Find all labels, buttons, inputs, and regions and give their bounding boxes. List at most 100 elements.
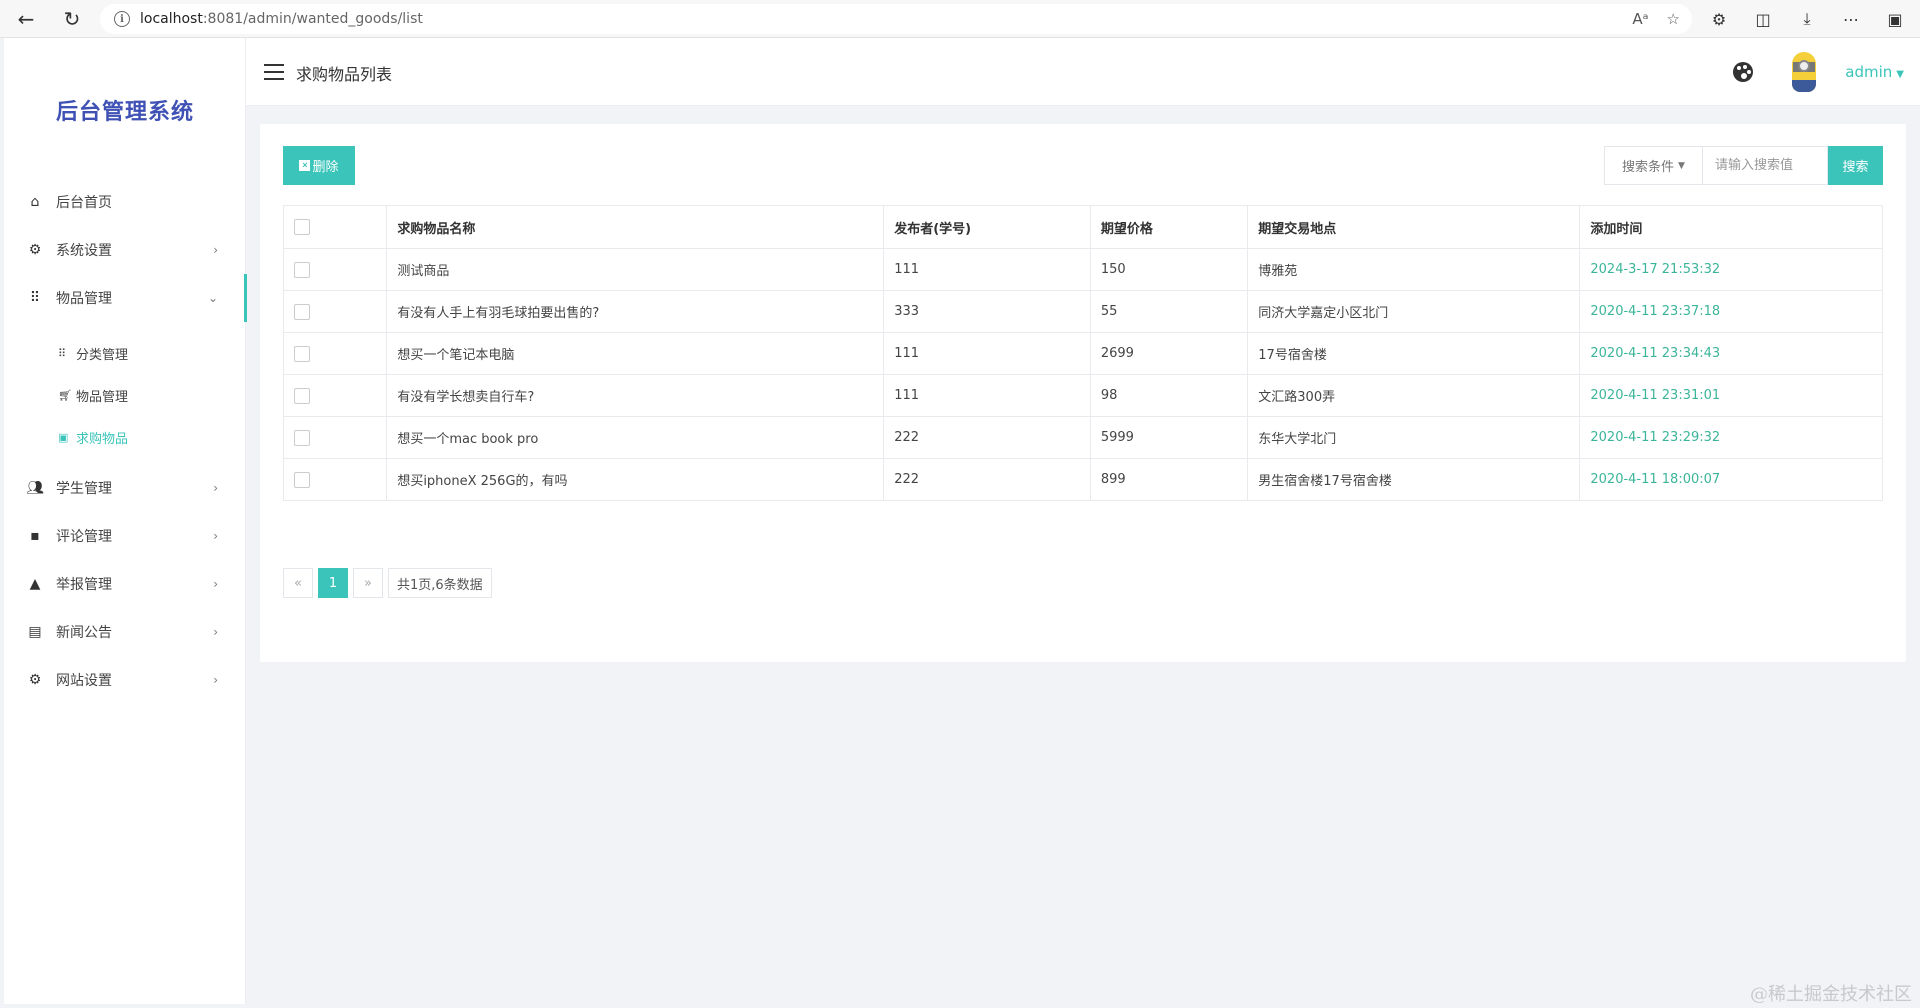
table-row[interactable]: 有没有人手上有羽毛球拍要出售的? 333 55 同济大学嘉定小区北门 2020-… — [282, 290, 1883, 333]
home-icon: ⌂ — [30, 194, 40, 210]
row-checkbox[interactable] — [294, 387, 310, 404]
sidebar-item-label: 系统设置 — [56, 243, 112, 259]
sidebar-item-label: 举报管理 — [56, 577, 112, 593]
address-bar[interactable]: i localhost:8081/admin/wanted_goods/list… — [100, 4, 1692, 34]
checkbox-cell — [282, 374, 388, 417]
table-row[interactable]: 想买一个mac book pro 222 5999 东华大学北门 2020-4-… — [282, 416, 1883, 459]
cell-time: 2020-4-11 23:31:01 — [1579, 374, 1883, 417]
row-checkbox[interactable] — [294, 429, 310, 446]
read-aloud-icon[interactable]: Aᵃ — [1632, 10, 1648, 28]
cell-publisher: 222 — [883, 458, 1091, 501]
checkbox-cell — [282, 416, 388, 459]
menu-toggle-icon[interactable] — [264, 64, 284, 80]
cell-name: 有没有人手上有羽毛球拍要出售的? — [386, 290, 885, 333]
cell-time: 2020-4-11 23:34:43 — [1579, 332, 1883, 375]
table-row[interactable]: 测试商品 111 150 博雅苑 2024-3-17 21:53:32 — [282, 248, 1883, 291]
sidebar-item-label: 新闻公告 — [56, 625, 112, 641]
column-header: 期望价格 — [1089, 205, 1249, 249]
users-icon: 👥︎ — [26, 480, 44, 496]
chevron-right-icon: › — [213, 481, 218, 495]
grid-icon: ⠿ — [29, 290, 41, 306]
sidebar-item-label: 后台首页 — [56, 195, 112, 211]
sidebar-item-news[interactable]: ▤ 新闻公告 › — [4, 608, 246, 656]
cell-place: 东华大学北门 — [1247, 416, 1581, 459]
row-checkbox[interactable] — [294, 303, 310, 320]
caret-down-icon: ▼ — [1678, 160, 1685, 171]
sidebar-subitem-goods[interactable]: 🛒︎ 物品管理 — [4, 374, 246, 416]
sidebar-subitem-label: 分类管理 — [76, 347, 129, 363]
brand-title: 后台管理系统 — [55, 100, 194, 125]
sidebar-item-home[interactable]: ⌂ 后台首页 — [4, 178, 246, 226]
chevron-right-icon: › — [213, 529, 218, 543]
palette-icon[interactable] — [1733, 62, 1754, 82]
sidebar-item-comments[interactable]: ▪ 评论管理 › — [4, 512, 246, 560]
delete-icon: × — [299, 160, 311, 171]
site-info-icon[interactable]: i — [114, 11, 130, 27]
reload-icon[interactable]: ↻ — [54, 1, 90, 37]
search-button[interactable]: 搜索 — [1828, 146, 1883, 185]
sidebar-subitem-label: 求购物品 — [76, 431, 129, 447]
split-screen-icon[interactable]: ◫ — [1748, 10, 1778, 29]
row-checkbox[interactable] — [294, 261, 310, 278]
cell-price: 150 — [1089, 248, 1249, 291]
cell-name: 有没有学长想卖自行车? — [386, 374, 885, 417]
table-row[interactable]: 想买一个笔记本电脑 111 2699 17号宿舍楼 2020-4-11 23:3… — [282, 332, 1883, 375]
comment-icon: ▪ — [30, 528, 40, 544]
row-checkbox[interactable] — [294, 471, 310, 488]
checkbox-cell — [282, 458, 388, 501]
goods-submenu: ⠿ 分类管理 🛒︎ 物品管理 ▣ 求购物品 — [4, 322, 246, 464]
cell-name: 想买一个笔记本电脑 — [386, 332, 885, 375]
row-checkbox[interactable] — [294, 345, 310, 362]
browser-toolbar: ← ↻ i localhost:8081/admin/wanted_goods/… — [0, 0, 1920, 38]
sidebar-item-label: 网站设置 — [56, 673, 112, 689]
money-icon: ▣ — [58, 430, 69, 444]
news-icon: ▤ — [28, 624, 42, 640]
wanted-goods-table: 求购物品名称 发布者(学号) 期望价格 期望交易地点 添加时间 测试商品 111… — [282, 205, 1883, 501]
search-input[interactable] — [1702, 146, 1828, 185]
delete-button-label: 删除 — [312, 159, 339, 174]
delete-button[interactable]: × 删除 — [283, 146, 355, 185]
sidebar-toggle-icon[interactable]: ▣ — [1880, 10, 1910, 29]
cell-publisher: 111 — [883, 374, 1091, 417]
sidebar-menu: ⌂ 后台首页 ⚙ 系统设置 › ⠿ 物品管理 ⌄ ⠿ 分类管理 🛒︎ 物品管理 … — [4, 178, 247, 704]
user-name: admin — [1845, 63, 1893, 81]
sidebar-subitem-category[interactable]: ⠿ 分类管理 — [4, 332, 246, 374]
sidebar-item-reports[interactable]: ▲ 举报管理 › — [4, 560, 246, 608]
chevron-down-icon: ⌄ — [207, 291, 218, 305]
gear-icon: ⚙ — [28, 672, 42, 688]
cell-publisher: 333 — [883, 290, 1091, 333]
table-header-row: 求购物品名称 发布者(学号) 期望价格 期望交易地点 添加时间 — [282, 205, 1883, 249]
search-condition-label: 搜索条件 — [1622, 160, 1675, 175]
checkbox-cell — [282, 290, 388, 333]
sidebar-item-site-settings[interactable]: ⚙ 网站设置 › — [4, 656, 246, 704]
sidebar-item-label: 学生管理 — [56, 481, 112, 497]
sidebar-item-label: 物品管理 — [56, 291, 112, 307]
sidebar-item-students[interactable]: 👥︎ 学生管理 › — [4, 464, 246, 512]
prev-page-button[interactable]: « — [283, 568, 313, 598]
favorite-star-icon[interactable]: ☆ — [1667, 10, 1680, 28]
column-header: 期望交易地点 — [1247, 205, 1581, 249]
page-button-current[interactable]: 1 — [318, 568, 348, 598]
download-icon[interactable]: ⤓ — [1792, 9, 1822, 29]
sidebar-subitem-label: 物品管理 — [76, 389, 129, 405]
sidebar-item-goods-management[interactable]: ⠿ 物品管理 ⌄ — [4, 274, 247, 322]
user-menu[interactable]: admin ▼ — [1845, 63, 1904, 81]
url-text: localhost:8081/admin/wanted_goods/list — [140, 11, 423, 27]
more-icon[interactable]: ⋯ — [1836, 10, 1866, 29]
sidebar-subitem-wanted-goods[interactable]: ▣ 求购物品 — [4, 416, 246, 458]
pagination-info: 共1页,6条数据 — [388, 568, 492, 598]
select-all-checkbox[interactable] — [294, 219, 310, 235]
table-row[interactable]: 有没有学长想卖自行车? 111 98 文汇路300弄 2020-4-11 23:… — [282, 374, 1883, 417]
avatar[interactable] — [1787, 50, 1821, 94]
search-condition-dropdown[interactable]: 搜索条件 ▼ — [1604, 146, 1702, 185]
back-icon[interactable]: ← — [8, 1, 44, 37]
admin-app: 后台管理系统 ⌂ 后台首页 ⚙ 系统设置 › ⠿ 物品管理 ⌄ ⠿ 分类管理 🛒… — [4, 38, 1920, 1008]
caret-down-icon: ▼ — [1896, 69, 1904, 80]
column-header: 添加时间 — [1579, 205, 1883, 249]
sidebar-item-system-settings[interactable]: ⚙ 系统设置 › — [4, 226, 246, 274]
next-page-button[interactable]: » — [353, 568, 383, 598]
extensions-icon[interactable]: ⚙ — [1704, 10, 1734, 29]
grid-icon: ⠿ — [58, 346, 67, 360]
cart-icon: 🛒︎ — [58, 388, 72, 402]
table-row[interactable]: 想买iphoneX 256G的，有吗 222 899 男生宿舍楼17号宿舍楼 2… — [282, 458, 1883, 501]
